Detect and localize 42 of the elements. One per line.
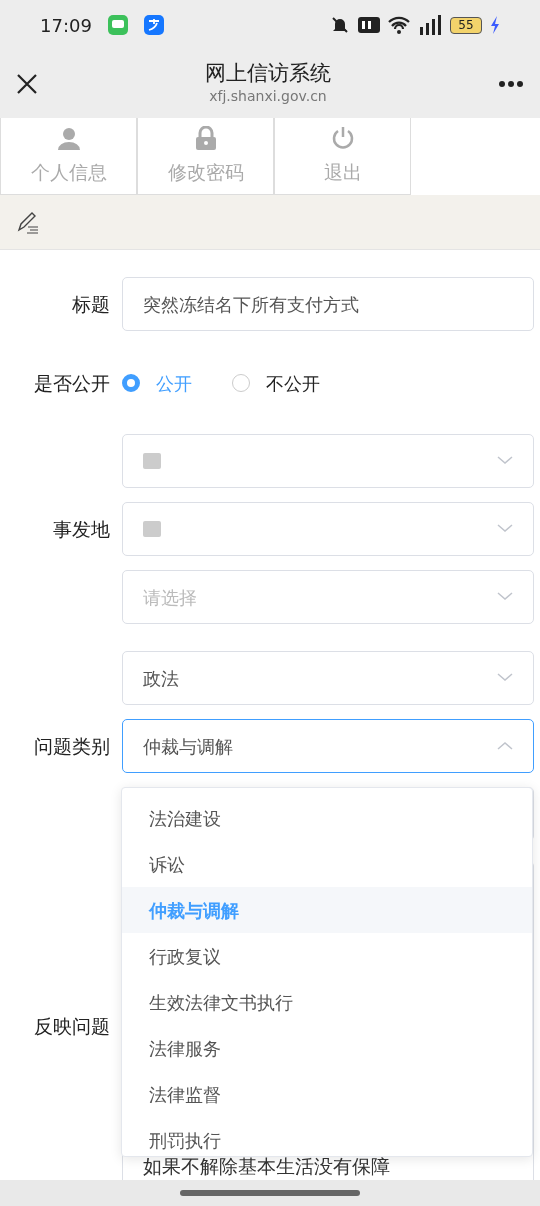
hd-icon bbox=[358, 17, 380, 33]
battery-level: 55 bbox=[450, 16, 482, 34]
select-field[interactable] bbox=[122, 434, 534, 488]
page-title: 网上信访系统 bbox=[205, 60, 331, 87]
chevron-down-icon bbox=[497, 592, 513, 602]
muted-bell-icon bbox=[330, 15, 350, 35]
page-url: xfj.shanxi.gov.cn bbox=[209, 87, 327, 107]
edit-icon bbox=[16, 210, 40, 234]
field-label: 事发地 bbox=[52, 516, 110, 542]
redacted-mark bbox=[143, 453, 161, 469]
redacted-mark bbox=[143, 521, 161, 537]
select-field[interactable] bbox=[122, 502, 534, 556]
dropdown-option[interactable]: 法律服务 bbox=[122, 1025, 532, 1071]
field-label: 是否公开 bbox=[33, 370, 110, 396]
power-icon bbox=[330, 125, 355, 150]
charging-icon bbox=[490, 16, 500, 34]
status-time: 17:09 bbox=[40, 13, 92, 38]
field-label: 标题 bbox=[71, 291, 110, 317]
placeholder-text: 请选择 bbox=[143, 585, 197, 610]
dropdown-option[interactable]: 法律监督 bbox=[122, 1071, 532, 1117]
select-field[interactable]: 政法 bbox=[122, 651, 534, 705]
message-app-icon bbox=[107, 15, 128, 35]
lock-icon bbox=[193, 125, 218, 150]
chevron-down-icon bbox=[497, 456, 513, 466]
dropdown-option[interactable]: 刑罚执行 bbox=[122, 1117, 532, 1156]
dropdown-option[interactable]: 诉讼 bbox=[122, 841, 532, 887]
radio-label[interactable]: 不公开 bbox=[266, 369, 320, 397]
home-indicator[interactable] bbox=[180, 1190, 360, 1196]
more-menu-icon[interactable] bbox=[498, 80, 524, 88]
dropdown-option[interactable]: 生效法律文书执行 bbox=[122, 979, 532, 1025]
person-icon bbox=[56, 125, 81, 150]
dropdown-option[interactable]: 行政复议 bbox=[122, 933, 532, 979]
close-icon[interactable] bbox=[16, 73, 38, 95]
signal-icon bbox=[418, 15, 442, 35]
chevron-down-icon bbox=[497, 524, 513, 534]
radio-button[interactable] bbox=[122, 374, 140, 392]
payment-app-icon bbox=[143, 15, 164, 35]
field-label: 反映问题 bbox=[33, 1013, 110, 1039]
field-label: 问题类别 bbox=[33, 733, 110, 759]
wifi-icon bbox=[388, 16, 410, 34]
text-input[interactable]: 突然冻结名下所有支付方式 bbox=[122, 277, 534, 331]
select-field[interactable]: 仲裁与调解 bbox=[122, 719, 534, 773]
